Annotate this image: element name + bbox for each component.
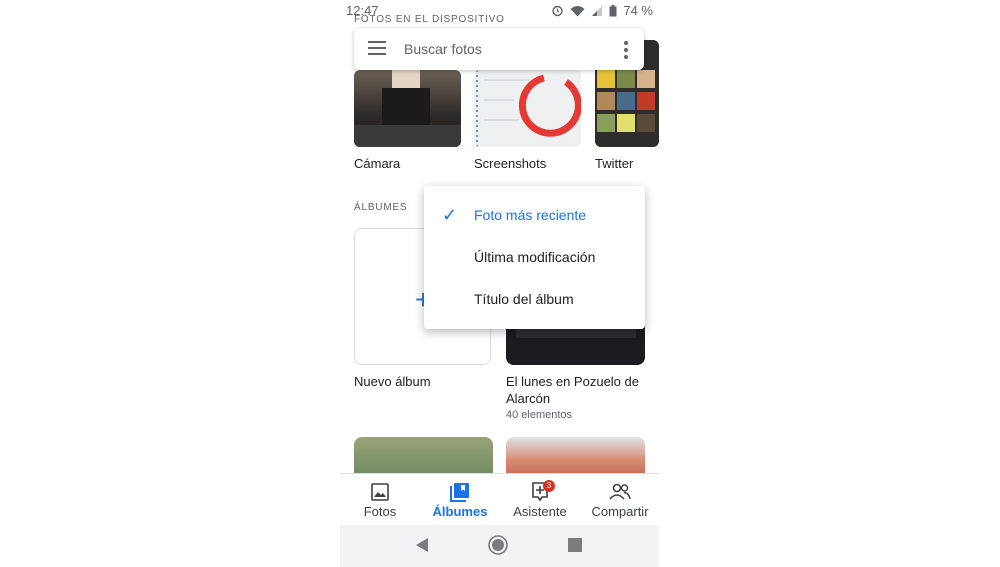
- sort-option-recent[interactable]: ✓ Foto más reciente: [424, 195, 645, 237]
- bottom-nav: Fotos Álbumes 3 Asistente Compartir: [340, 473, 659, 526]
- folder-label-twitter[interactable]: Twitter: [595, 156, 633, 171]
- albums-section-title: ÁLBUMES: [354, 202, 408, 213]
- phone-screen: 12:47 74 % FOTOS EN EL DISPOSITIVO Cámar…: [340, 0, 659, 567]
- album-thumb-4[interactable]: [506, 437, 645, 477]
- search-bar[interactable]: Buscar fotos: [354, 28, 644, 70]
- photo-icon: [371, 483, 389, 501]
- screenshot-photo: [474, 70, 581, 147]
- signal-icon: [592, 5, 603, 16]
- nav-item-albums[interactable]: Álbumes: [420, 482, 500, 519]
- system-nav-bar: [340, 525, 659, 567]
- nav-label: Asistente: [513, 504, 567, 519]
- search-placeholder[interactable]: Buscar fotos: [404, 41, 482, 57]
- nav-item-photos[interactable]: Fotos: [340, 482, 420, 519]
- nav-label: Fotos: [363, 504, 397, 519]
- wifi-icon: [570, 5, 585, 16]
- folder-thumb-camera[interactable]: [354, 70, 461, 147]
- nav-item-share[interactable]: Compartir: [580, 482, 659, 519]
- menu-icon[interactable]: [368, 41, 386, 57]
- recents-icon[interactable]: [568, 538, 582, 552]
- more-options-icon[interactable]: [624, 41, 628, 62]
- status-icons: 74 %: [551, 3, 653, 18]
- albums-icon: [450, 483, 469, 502]
- folder-label-screenshots[interactable]: Screenshots: [474, 156, 546, 171]
- battery-icon: [609, 4, 617, 16]
- assistant-badge: 3: [543, 480, 555, 492]
- sort-option-modified[interactable]: Última modificación: [424, 237, 645, 279]
- album-thumb-3[interactable]: [354, 437, 493, 477]
- nav-item-assistant[interactable]: 3 Asistente: [500, 480, 580, 519]
- sort-option-title[interactable]: Título del álbum: [424, 279, 645, 321]
- folder-label-camera[interactable]: Cámara: [354, 156, 400, 171]
- nav-label: Álbumes: [432, 504, 488, 519]
- album-title-pozuelo[interactable]: El lunes en Pozuelo de Alarcón: [506, 373, 646, 407]
- people-icon: [609, 483, 631, 500]
- sort-option-label: Foto más reciente: [474, 207, 587, 223]
- back-icon[interactable]: [415, 537, 429, 553]
- camera-photo: [354, 70, 461, 147]
- home-icon[interactable]: [488, 535, 508, 555]
- check-icon: ✓: [442, 205, 458, 225]
- album-title-new[interactable]: Nuevo álbum: [354, 373, 431, 390]
- sort-option-label: Título del álbum: [474, 291, 574, 307]
- album-count-pozuelo: 40 elementos: [506, 409, 573, 421]
- sort-menu: ✓ Foto más reciente Última modificación …: [424, 186, 645, 329]
- sort-option-label: Última modificación: [474, 249, 596, 265]
- alarm-icon: [552, 5, 564, 17]
- device-section-title: FOTOS EN EL DISPOSITIVO: [354, 14, 505, 25]
- nav-label: Compartir: [591, 504, 649, 519]
- folder-thumb-screenshots[interactable]: [474, 70, 581, 147]
- battery-level: 74 %: [623, 3, 653, 18]
